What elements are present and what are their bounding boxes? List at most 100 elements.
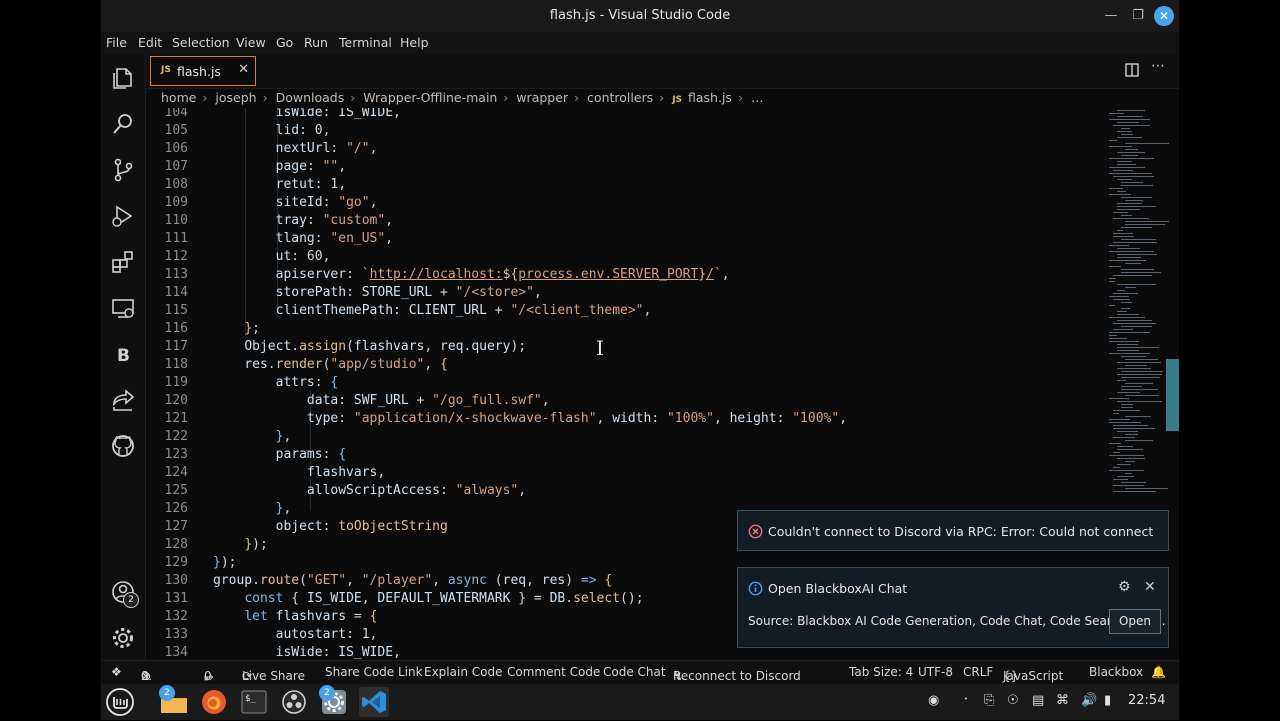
line-number: 122: [164, 429, 188, 444]
minimap-line: [1117, 122, 1139, 123]
javascript-file-icon: JS: [161, 65, 171, 75]
chevron-right-icon: ›: [350, 90, 356, 105]
tab-size-indicator[interactable]: Tab Size: 4: [849, 665, 913, 679]
code-chat-button[interactable]: Code Chat: [603, 665, 666, 679]
line-number: 104: [164, 108, 188, 120]
chevron-right-icon: ›: [202, 90, 208, 105]
search-icon[interactable]: [109, 110, 137, 138]
code-line: 114 storePath: STORE_URL + "/<store>",: [146, 284, 1146, 302]
settings-gear-icon[interactable]: [109, 624, 137, 652]
terminal-icon[interactable]: $_: [239, 687, 269, 717]
clock[interactable]: 22:54: [1128, 693, 1165, 708]
source-control-icon[interactable]: [109, 156, 137, 184]
code-text: siteId: "go",: [275, 195, 378, 210]
wifi-icon[interactable]: ⌘: [1056, 693, 1069, 708]
vscode-taskbar-icon[interactable]: [359, 687, 389, 717]
line-number: 120: [164, 393, 188, 408]
minimap-line: [1121, 356, 1146, 357]
breadcrumb-downloads[interactable]: Downloads: [276, 90, 345, 105]
code-line: 107 page: "",: [146, 158, 1146, 176]
svg-text:B: B: [117, 346, 130, 366]
remote-indicator-icon[interactable]: ❖: [111, 665, 122, 679]
minimap-line: [1117, 152, 1145, 153]
files-folder-icon[interactable]: 2: [159, 685, 189, 717]
remote-explorer-icon[interactable]: [109, 294, 137, 322]
breadcrumb-more[interactable]: …: [751, 90, 764, 105]
editor-scrollbar-thumb[interactable]: [1166, 359, 1179, 431]
notifications-bell-icon[interactable]: 🔔: [1151, 665, 1166, 679]
document-icon[interactable]: ▤: [1032, 693, 1044, 708]
menu-edit[interactable]: Edit: [138, 35, 162, 50]
breadcrumb-joseph[interactable]: joseph: [215, 90, 256, 105]
notification-close-icon[interactable]: ✕: [1144, 579, 1156, 595]
tab-flash-js[interactable]: JS flash.js ✕: [150, 56, 256, 86]
minimap-line: [1113, 299, 1130, 300]
bluetooth-icon[interactable]: ᛫: [962, 693, 970, 708]
minimap-line: [1117, 284, 1156, 285]
settings-app-icon[interactable]: 2: [319, 685, 349, 717]
accounts-icon[interactable]: 2: [109, 578, 139, 608]
minimap-line: [1117, 347, 1159, 348]
live-share-icon[interactable]: [109, 386, 137, 414]
obs-tray-icon[interactable]: ◉: [928, 693, 939, 708]
tab-close-icon[interactable]: ✕: [238, 62, 249, 77]
menu-view[interactable]: View: [236, 35, 266, 50]
menu-file[interactable]: File: [106, 35, 127, 50]
line-number: 128: [164, 537, 188, 552]
settings-badge: 2: [319, 685, 335, 701]
explain-code-button[interactable]: Explain Code: [424, 665, 502, 679]
minimap-line: [1125, 143, 1169, 144]
minimap-line: [1113, 428, 1155, 429]
taskbar: 2 $_ 2 ◉ ᛫ ⎘ ☉ ▤ ⌘ 🔊 ▮ 22:54: [101, 684, 1179, 720]
line-number: 123: [164, 447, 188, 462]
menu-go[interactable]: Go: [276, 35, 293, 50]
minimap-line: [1125, 365, 1147, 366]
notification-settings-gear-icon[interactable]: ⚙: [1118, 579, 1131, 595]
open-button[interactable]: Open: [1109, 609, 1161, 634]
minimap-line: [1117, 116, 1143, 117]
minimize-icon[interactable]: —: [1101, 6, 1121, 26]
menu-terminal[interactable]: Terminal: [339, 35, 392, 50]
line-number: 121: [164, 411, 188, 426]
clipboard-icon[interactable]: ⎘: [984, 693, 994, 708]
maximize-icon[interactable]: ❐: [1128, 6, 1148, 26]
explorer-icon[interactable]: [109, 64, 137, 92]
breadcrumb-wrapper-offline-main[interactable]: Wrapper-Offline-main: [363, 90, 497, 105]
chevron-right-icon: ›: [262, 90, 268, 105]
github-icon[interactable]: [109, 432, 137, 460]
mint-menu-icon[interactable]: [105, 687, 135, 717]
minimap-line: [1113, 410, 1140, 411]
more-actions-icon[interactable]: ⋯: [1151, 58, 1165, 74]
extensions-icon[interactable]: [109, 248, 137, 276]
minimap-line: [1109, 194, 1131, 195]
battery-icon[interactable]: ▮: [1104, 693, 1111, 708]
breadcrumb-home[interactable]: home: [161, 90, 196, 105]
obs-studio-icon[interactable]: [279, 687, 309, 717]
minimap-line: [1113, 491, 1156, 492]
encoding-indicator[interactable]: UTF-8: [918, 665, 953, 679]
firefox-icon[interactable]: [199, 687, 229, 717]
code-text: const { IS_WIDE, DEFAULT_WATERMARK } = D…: [244, 591, 644, 606]
run-debug-icon[interactable]: [109, 202, 137, 230]
comment-code-button[interactable]: Comment Code: [507, 665, 600, 679]
minimap-line: [1109, 167, 1145, 168]
minimap-line: [1121, 482, 1146, 483]
eol-indicator[interactable]: CRLF: [963, 665, 993, 679]
notification-title: Open BlackboxAI Chat: [768, 581, 908, 596]
breadcrumb-controllers[interactable]: controllers: [587, 90, 653, 105]
share-code-link-button[interactable]: Share Code Link: [325, 665, 423, 679]
menu-selection[interactable]: Selection: [172, 35, 230, 50]
minimap-line: [1125, 461, 1135, 462]
blackbox-icon[interactable]: B: [109, 340, 137, 368]
volume-icon[interactable]: 🔊: [1081, 693, 1097, 708]
menu-bar: File Edit Selection View Go Run Terminal…: [101, 32, 1179, 54]
breadcrumb-wrapper[interactable]: wrapper: [516, 90, 568, 105]
shield-icon[interactable]: ☉: [1007, 693, 1019, 708]
split-editor-icon[interactable]: [1125, 62, 1139, 77]
close-window-icon[interactable]: ✕: [1154, 6, 1174, 26]
menu-run[interactable]: Run: [304, 35, 328, 50]
blackbox-status[interactable]: Blackbox: [1089, 665, 1143, 679]
menu-help[interactable]: Help: [400, 35, 429, 50]
breadcrumb-file[interactable]: flash.js: [688, 90, 732, 105]
blackbox-notification: Open BlackboxAI Chat ⚙ ✕ Source: Blackbo…: [737, 567, 1169, 648]
